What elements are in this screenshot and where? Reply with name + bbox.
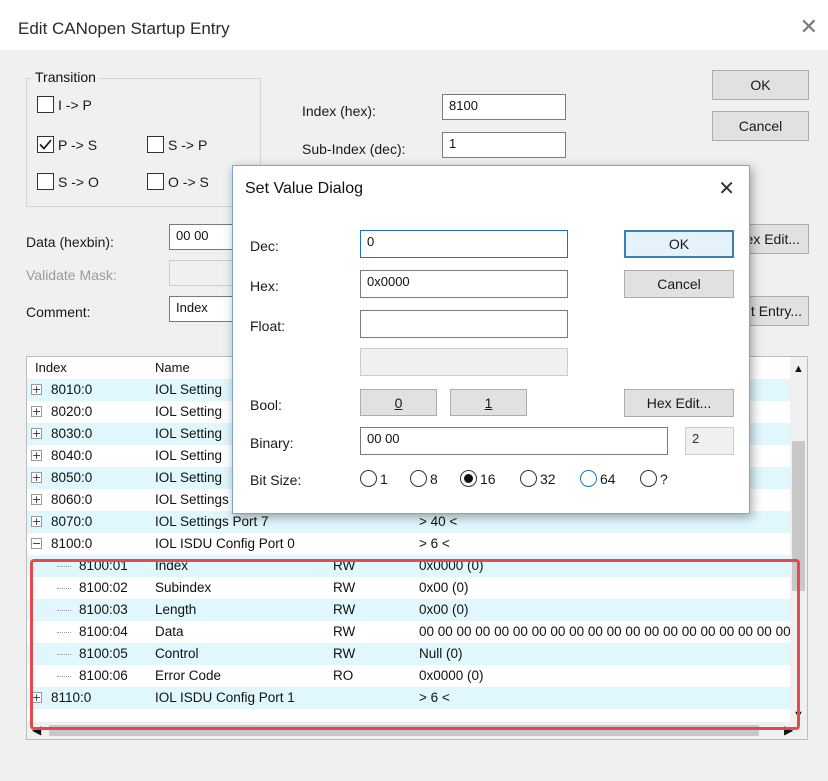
scroll-up-icon[interactable]: ▲	[793, 363, 804, 375]
expand-icon[interactable]: +	[31, 516, 42, 527]
highlight-box	[30, 559, 800, 730]
comment-label: Comment:	[26, 304, 91, 320]
dialog-close-icon[interactable]: ✕	[718, 176, 735, 201]
bit-size-option-label: 1	[380, 470, 388, 487]
ok-button[interactable]: OK	[712, 70, 809, 100]
dec-label: Dec:	[250, 238, 279, 254]
checkbox[interactable]	[37, 173, 54, 190]
row-name: IOL Setting	[155, 426, 223, 441]
window-title: Edit CANopen Startup Entry	[18, 19, 230, 38]
radio[interactable]	[640, 470, 657, 487]
radio-dot	[464, 474, 473, 483]
column-header-index[interactable]: Index	[35, 360, 67, 375]
transition-option-i-p[interactable]: I -> P	[37, 96, 92, 113]
bool-1-button[interactable]: 1	[450, 389, 527, 416]
expand-icon[interactable]: +	[31, 406, 42, 417]
dialog-hex-edit-button[interactable]: Hex Edit...	[624, 389, 734, 417]
bit-size-16-radio[interactable]: 16	[460, 470, 496, 487]
binary-input[interactable]: 00 00	[360, 427, 668, 455]
radio[interactable]	[360, 470, 377, 487]
bit-size-32-radio[interactable]: 32	[520, 470, 556, 487]
expand-icon[interactable]: +	[31, 494, 42, 505]
radio-selected[interactable]	[460, 470, 477, 487]
float-label: Float:	[250, 318, 286, 334]
bit-size-64-radio[interactable]: 64	[580, 470, 616, 487]
transition-option-o-s[interactable]: O -> S	[147, 173, 209, 190]
table-row[interactable]: −8100:0 IOL ISDU Config Port 0 > 6 <	[27, 533, 797, 555]
radio[interactable]	[580, 470, 597, 487]
subindex-label: Sub-Index (dec):	[302, 141, 406, 157]
collapse-icon[interactable]: −	[31, 538, 42, 549]
transition-group-label: Transition	[32, 69, 99, 85]
row-name: IOL Setting	[155, 470, 223, 485]
bit-size-option-label: ?	[660, 470, 668, 487]
row-name: IOL Setting	[155, 382, 223, 397]
validate-mask-label: Validate Mask:	[26, 267, 117, 283]
table-row[interactable]: +8070:0 IOL Settings Port 7 > 40 <	[27, 511, 797, 533]
disabled-field	[360, 348, 568, 376]
row-value: > 40 <	[419, 514, 458, 529]
row-index: 8050:0	[51, 470, 93, 485]
row-index: 8100:0	[51, 536, 93, 551]
transition-option-s-o[interactable]: S -> O	[37, 173, 99, 190]
checkbox-checked[interactable]	[37, 136, 54, 153]
row-name: IOL Settings Port 7	[155, 514, 269, 529]
checkbox[interactable]	[37, 96, 54, 113]
checkbox[interactable]	[147, 136, 164, 153]
row-index: 8060:0	[51, 492, 93, 507]
transition-option-label: P -> S	[58, 136, 98, 153]
close-icon[interactable]: ✕	[800, 16, 818, 38]
radio[interactable]	[520, 470, 537, 487]
transition-option-p-s[interactable]: P -> S	[37, 136, 97, 153]
bit-size-8-radio[interactable]: 8	[410, 470, 438, 487]
cancel-button[interactable]: Cancel	[712, 111, 809, 141]
data-label: Data (hexbin):	[26, 234, 114, 250]
row-index: 8020:0	[51, 404, 93, 419]
subindex-input[interactable]: 1	[442, 132, 566, 158]
bit-size-option-label: 32	[540, 470, 556, 487]
bit-size-option-label: 8	[430, 470, 438, 487]
check-icon	[39, 139, 52, 150]
dialog-ok-button[interactable]: OK	[624, 230, 734, 258]
binary-count: 2	[685, 427, 734, 455]
dialog-title: Set Value Dialog	[245, 180, 363, 197]
expand-icon[interactable]: +	[31, 384, 42, 395]
set-value-dialog: Set Value Dialog ✕ Dec: 0 Hex: 0x0000 Fl…	[232, 165, 750, 514]
row-index: 8070:0	[51, 514, 93, 529]
row-name: IOL ISDU Config Port 0	[155, 536, 295, 551]
transition-option-label: O -> S	[168, 173, 209, 190]
row-index: 8010:0	[51, 382, 93, 397]
row-name: IOL Setting	[155, 404, 223, 419]
transition-option-label: S -> O	[58, 173, 99, 190]
row-value: > 6 <	[419, 536, 450, 551]
binary-label: Binary:	[250, 435, 294, 451]
transition-option-label: I -> P	[58, 96, 92, 113]
window-titlebar: Edit CANopen Startup Entry ✕	[0, 0, 828, 50]
bit-size-label: Bit Size:	[250, 472, 302, 488]
bit-size-unknown-radio[interactable]: ?	[640, 470, 668, 487]
index-label: Index (hex):	[302, 103, 376, 119]
radio[interactable]	[410, 470, 427, 487]
transition-option-s-p[interactable]: S -> P	[147, 136, 207, 153]
expand-icon[interactable]: +	[31, 472, 42, 483]
expand-icon[interactable]: +	[31, 450, 42, 461]
bit-size-option-label: 64	[600, 470, 616, 487]
row-index: 8030:0	[51, 426, 93, 441]
column-header-name[interactable]: Name	[155, 360, 190, 375]
row-name: IOL Setting	[155, 448, 223, 463]
checkbox[interactable]	[147, 173, 164, 190]
bool-label: Bool:	[250, 397, 282, 413]
bit-size-1-radio[interactable]: 1	[360, 470, 388, 487]
expand-icon[interactable]: +	[31, 428, 42, 439]
transition-option-label: S -> P	[168, 136, 208, 153]
row-index: 8040:0	[51, 448, 93, 463]
dec-input[interactable]: 0	[360, 230, 568, 258]
hex-input[interactable]: 0x0000	[360, 270, 568, 298]
index-input[interactable]: 8100	[442, 94, 566, 120]
float-input[interactable]	[360, 310, 568, 338]
dialog-cancel-button[interactable]: Cancel	[624, 270, 734, 298]
bit-size-option-label: 16	[480, 470, 496, 487]
bool-0-button[interactable]: 0	[360, 389, 437, 416]
hex-label: Hex:	[250, 278, 279, 294]
